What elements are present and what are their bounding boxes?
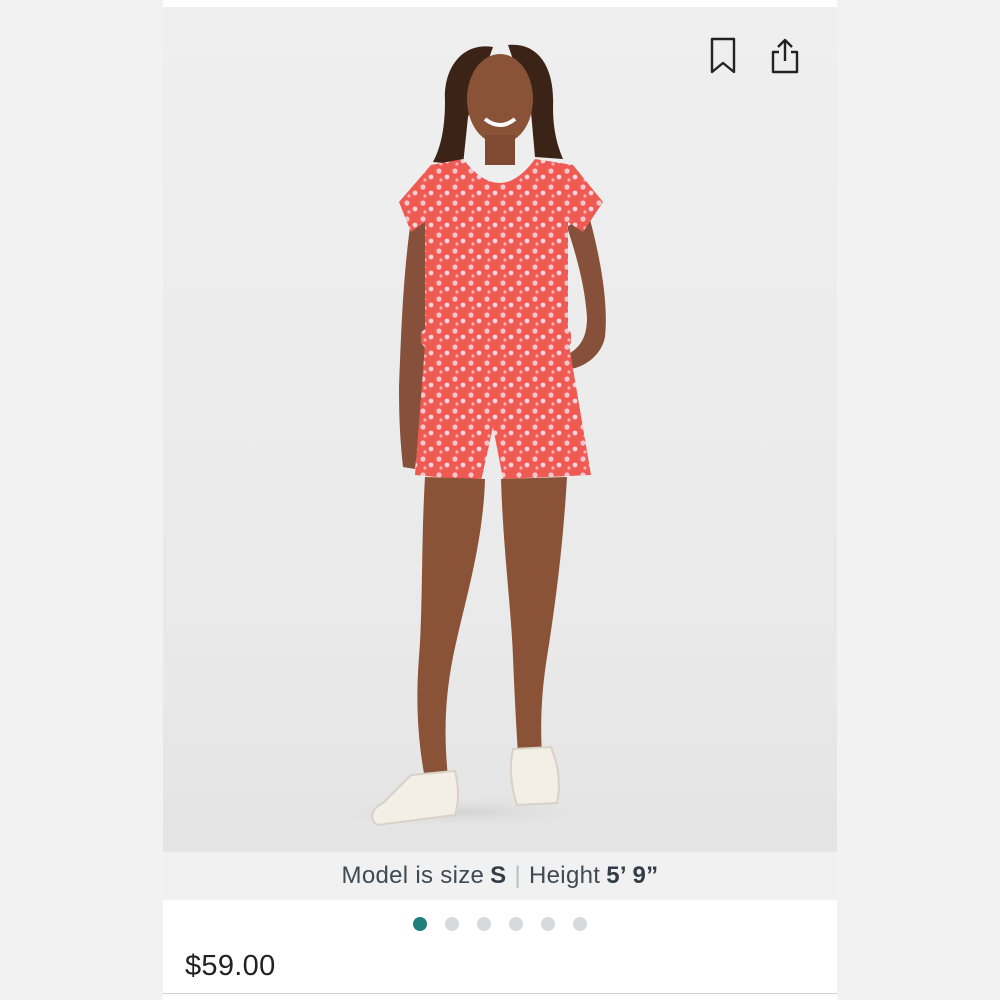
backdrop-right bbox=[837, 0, 1000, 1000]
model-size-label: Model is size bbox=[341, 862, 485, 889]
share-icon[interactable] bbox=[770, 37, 804, 79]
carousel-dot[interactable] bbox=[413, 917, 427, 931]
bookmark-icon[interactable] bbox=[709, 37, 743, 79]
product-price: $59.00 bbox=[185, 950, 276, 982]
carousel-dot[interactable] bbox=[541, 917, 555, 931]
model-size-value: S bbox=[490, 862, 507, 889]
product-image[interactable] bbox=[163, 7, 837, 852]
carousel-dot[interactable] bbox=[573, 917, 587, 931]
product-card: Model is size S | Height 5’ 9” $59.00 bbox=[163, 0, 837, 1000]
divider: | bbox=[514, 862, 522, 889]
divider bbox=[163, 993, 837, 994]
carousel-dot[interactable] bbox=[509, 917, 523, 931]
carousel-dot[interactable] bbox=[477, 917, 491, 931]
backdrop-left bbox=[0, 0, 163, 1000]
model-height-label: Height bbox=[529, 862, 601, 889]
model-illustration bbox=[313, 44, 613, 830]
model-height-value: 5’ 9” bbox=[606, 862, 659, 889]
carousel-indicator bbox=[163, 914, 837, 934]
carousel-dot[interactable] bbox=[445, 917, 459, 931]
model-size-info: Model is size S | Height 5’ 9” bbox=[163, 852, 837, 900]
